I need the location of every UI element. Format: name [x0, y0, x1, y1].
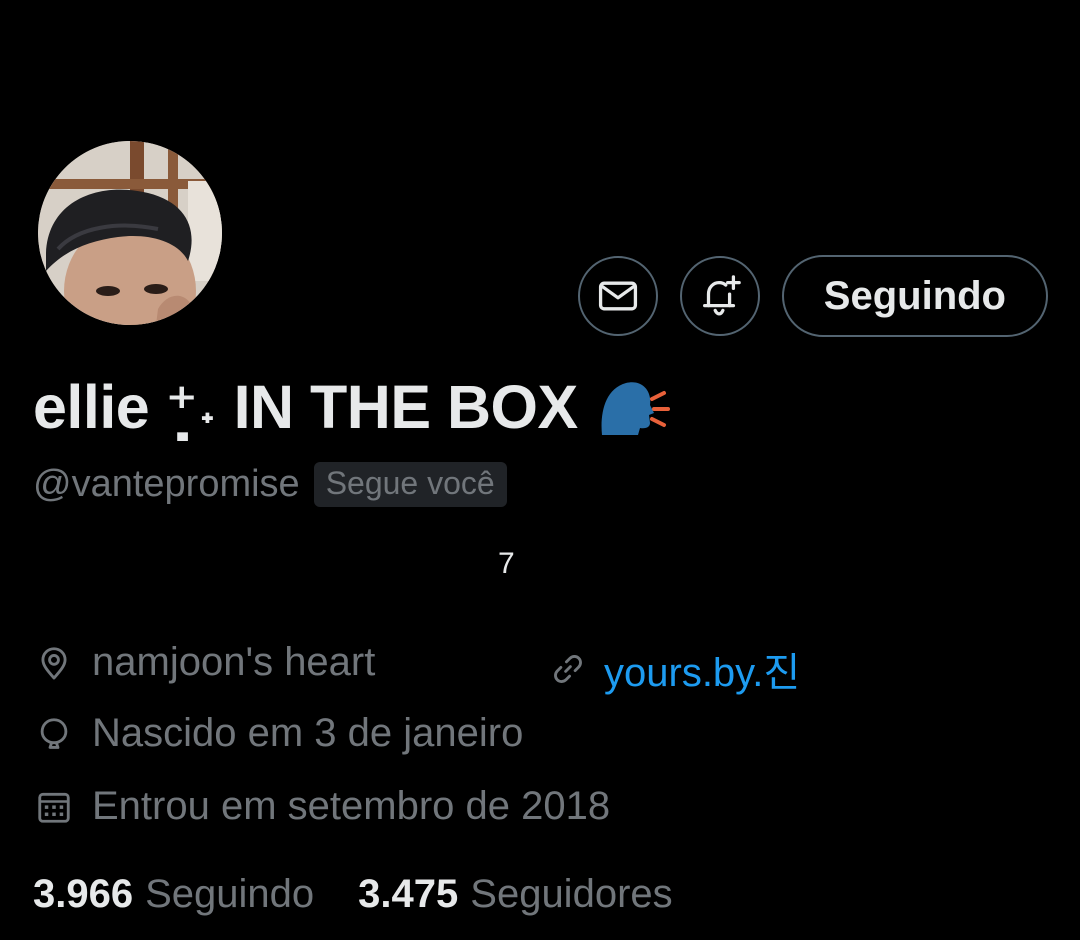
handle-row: @vantepromise Segue você [33, 462, 507, 507]
followers-label: Seguidores [470, 872, 673, 916]
bell-plus-icon [702, 275, 741, 316]
website-link[interactable]: yours.by.진 [604, 640, 800, 698]
follows-you-badge: Segue você [313, 462, 507, 507]
speaking-head-icon [596, 375, 670, 441]
location-pin-icon [34, 643, 74, 683]
profile-bio: 7 [498, 547, 515, 580]
message-button[interactable] [577, 256, 658, 336]
following-label: Seguindo [145, 872, 315, 916]
link-icon [548, 649, 588, 689]
display-name: ellie ⁺̣˖ IN THE BOX [33, 372, 670, 443]
profile-avatar[interactable] [38, 141, 222, 325]
joined-text: Entrou em setembro de 2018 [92, 784, 611, 828]
user-handle: @vantepromise [33, 463, 300, 505]
display-name-text: ellie ⁺̣˖ IN THE BOX [33, 373, 578, 441]
notifications-button[interactable] [679, 256, 760, 336]
avatar-photo [38, 141, 222, 325]
envelope-icon [598, 281, 637, 311]
follow-stats: 3.966 Seguindo 3.475 Seguidores [33, 872, 673, 917]
website-row: yours.by.진 [548, 640, 800, 698]
birthday-row: Nascido em 3 de janeiro [34, 711, 523, 756]
following-button[interactable]: Seguindo [781, 255, 1048, 337]
joined-row: Entrou em setembro de 2018 [34, 784, 610, 829]
location-text: namjoon's heart [92, 640, 376, 684]
followers-stat[interactable]: 3.475 Seguidores [358, 872, 672, 917]
profile-actions: Seguindo [577, 254, 1048, 338]
calendar-icon [34, 787, 74, 827]
birthday-text: Nascido em 3 de janeiro [92, 711, 524, 755]
balloon-icon [34, 714, 74, 754]
following-count: 3.966 [33, 872, 134, 916]
following-stat[interactable]: 3.966 Seguindo [33, 872, 314, 917]
location-row: namjoon's heart [34, 640, 375, 685]
followers-count: 3.475 [358, 872, 459, 916]
